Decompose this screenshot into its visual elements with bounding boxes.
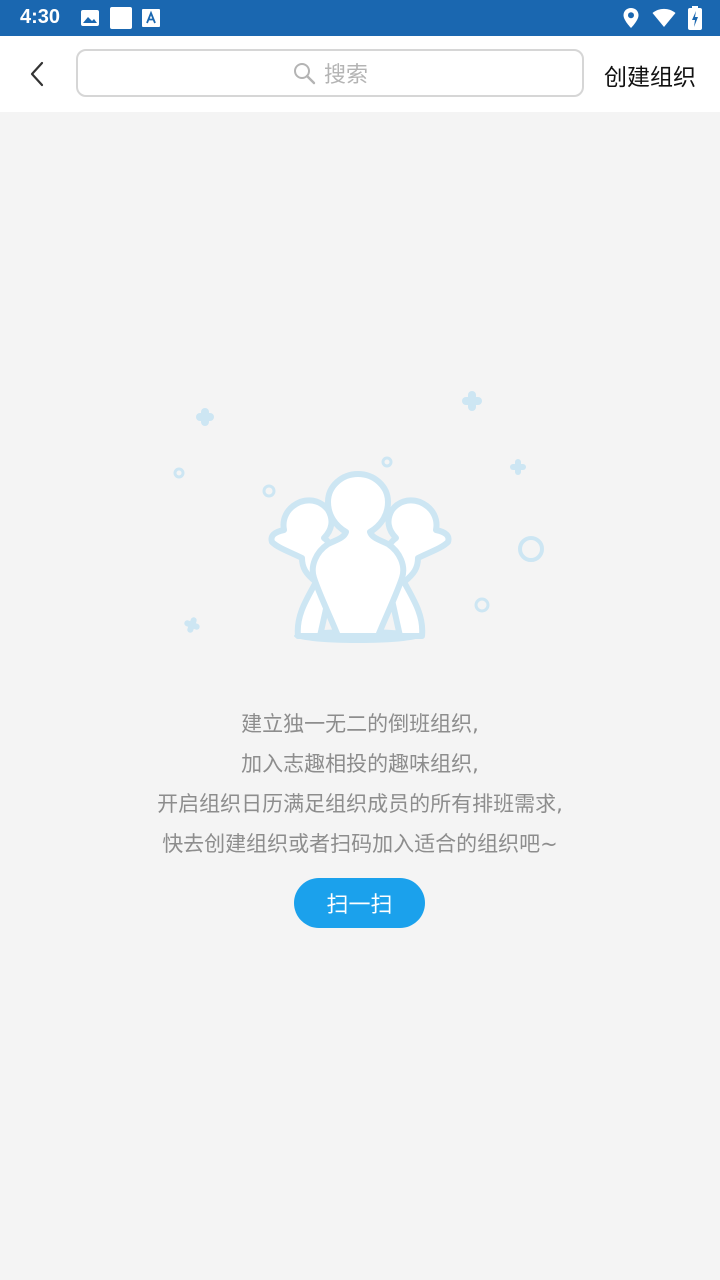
header: 搜索 创建组织 [0,36,720,112]
location-icon [623,8,639,28]
ring-decoration-icon [173,467,185,479]
plus-decoration-icon [462,391,482,411]
message-line-3: 开启组织日历满足组织成员的所有排班需求, [157,792,563,816]
image-icon [81,10,99,26]
person-center-icon [309,471,407,639]
font-icon [142,9,160,27]
scan-button[interactable]: 扫一扫 [294,878,425,928]
back-button[interactable] [14,50,62,98]
message-line-2: 加入志趣相投的趣味组织, [241,752,479,776]
status-bar: 4:30 [0,0,720,36]
square-icon [110,7,132,29]
ring-decoration-icon [262,484,276,498]
message-line-1: 建立独一无二的倒班组织, [241,712,479,736]
search-icon [293,63,316,85]
create-organization-button[interactable]: 创建组织 [604,58,696,92]
ring-decoration-icon [381,456,393,468]
plus-decoration-icon [510,459,526,475]
plus-decoration-icon [196,408,214,426]
empty-state-message: 建立独一无二的倒班组织, 加入志趣相投的趣味组织, 开启组织日历满足组织成员的所… [60,704,660,864]
group-people-icon [173,391,544,643]
ring-decoration-icon [518,536,544,562]
message-line-4: 快去创建组织或者扫码加入适合的组织吧~ [162,832,558,856]
status-left-icons [80,6,160,30]
wifi-icon [652,8,676,27]
ring-decoration-icon [474,597,490,613]
battery-icon [688,6,702,30]
status-time: 4:30 [20,6,61,28]
search-input[interactable]: 搜索 [76,49,584,97]
status-right-icons [622,6,702,30]
search-placeholder: 搜索 [323,63,368,88]
chevron-left-icon [30,61,44,87]
plus-decoration-icon [184,617,200,633]
